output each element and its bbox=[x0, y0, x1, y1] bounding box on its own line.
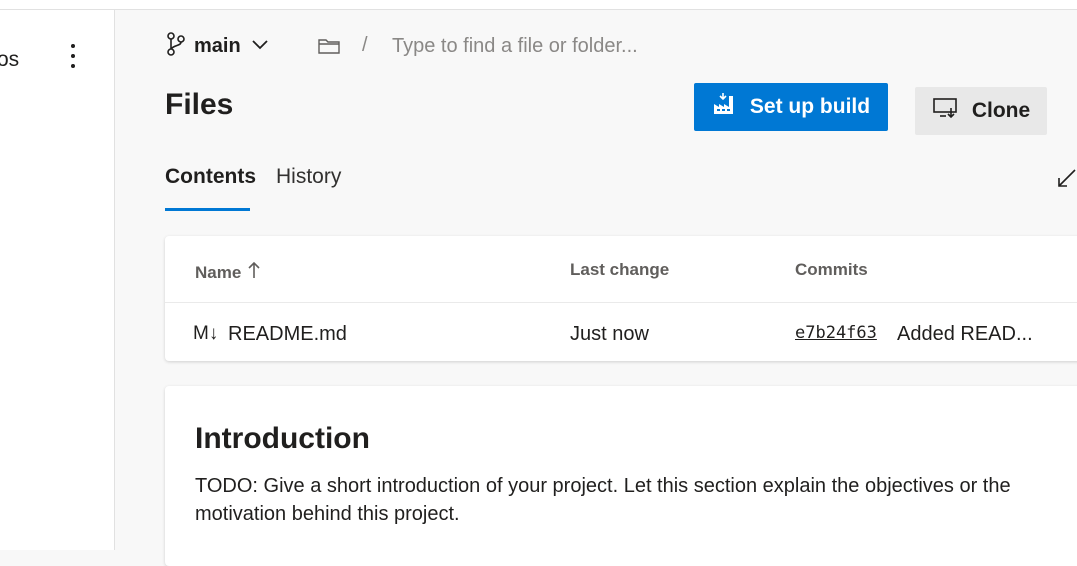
set-up-build-label: Set up build bbox=[749, 95, 871, 118]
folder-icon[interactable] bbox=[316, 34, 342, 58]
commit-message: Added READ... bbox=[897, 323, 1033, 345]
file-search-input[interactable] bbox=[388, 30, 756, 62]
last-change-time: Just now bbox=[570, 323, 649, 345]
top-border bbox=[0, 0, 1077, 10]
left-nav-label[interactable]: os bbox=[0, 48, 19, 72]
branch-selector-row: main bbox=[166, 30, 271, 62]
column-header-name-label: Name bbox=[195, 262, 242, 282]
table-row[interactable]: M↓ README.md Just now e7b24f63 Added REA… bbox=[165, 303, 1077, 361]
set-up-build-button[interactable]: Set up build bbox=[694, 83, 888, 131]
chevron-down-icon bbox=[249, 33, 271, 60]
branch-selector[interactable]: main bbox=[166, 31, 271, 62]
page-title: Files bbox=[165, 88, 234, 121]
column-header-commits[interactable]: Commits bbox=[795, 260, 868, 280]
expand-icon[interactable] bbox=[1055, 164, 1077, 190]
clone-button[interactable]: Clone bbox=[915, 87, 1047, 135]
readme-body: TODO: Give a short introduction of your … bbox=[195, 475, 1011, 525]
readme-heading: Introduction bbox=[195, 422, 370, 455]
branch-name: main bbox=[194, 34, 241, 57]
clone-monitor-icon bbox=[932, 97, 958, 125]
build-pipeline-icon bbox=[712, 92, 736, 122]
tab-history[interactable]: History bbox=[276, 165, 341, 189]
readme-preview: Introduction TODO: Give a short introduc… bbox=[165, 386, 1077, 566]
files-table: Name Last change Commits M↓ README.md Ju… bbox=[165, 236, 1077, 361]
tab-contents[interactable]: Contents bbox=[165, 165, 256, 189]
branch-icon bbox=[166, 31, 186, 62]
file-name[interactable]: README.md bbox=[228, 323, 347, 346]
column-header-last-change[interactable]: Last change bbox=[570, 260, 669, 280]
commit-id-link[interactable]: e7b24f63 bbox=[795, 323, 877, 343]
column-header-name[interactable]: Name bbox=[195, 260, 261, 285]
active-tab-indicator bbox=[165, 208, 250, 211]
markdown-file-icon: M↓ bbox=[193, 323, 219, 344]
path-separator: / bbox=[362, 34, 368, 56]
arrow-up-icon bbox=[247, 260, 261, 285]
clone-label: Clone bbox=[971, 99, 1031, 122]
more-vertical-icon[interactable] bbox=[64, 38, 82, 74]
left-nav-pane: os bbox=[0, 10, 115, 550]
